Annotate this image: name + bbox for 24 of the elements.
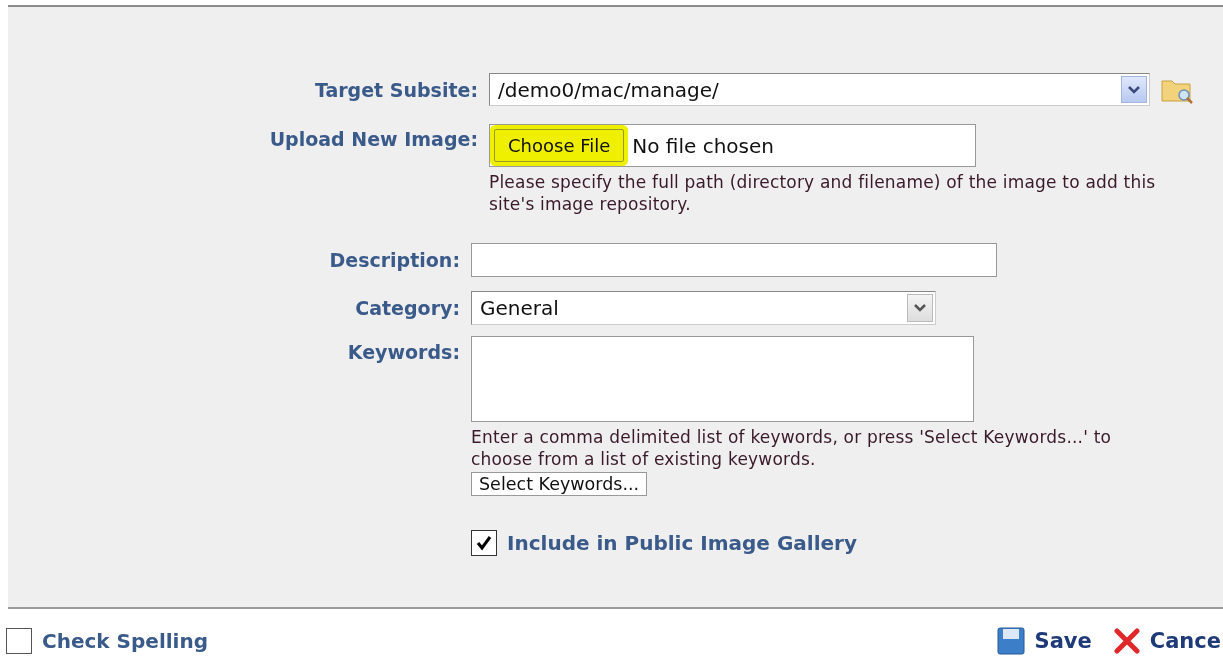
- field-label: Upload New Image:: [269, 127, 478, 150]
- help-text: Please specify the full path (directory and filename) of the image to add this site's image repository.: [489, 171, 1157, 215]
- keywords-textarea[interactable]: [471, 336, 974, 422]
- checkbox-label: Check Spelling: [42, 629, 208, 653]
- field-label: Keywords:: [347, 340, 460, 363]
- help-text: Enter a comma delimited list of keywords, or press 'Select Keywords...' to choose from a list of existing keywords.: [471, 426, 1113, 470]
- close-icon: [1113, 628, 1140, 654]
- check-icon: [475, 534, 493, 552]
- action-link[interactable]: Save: [996, 627, 1092, 655]
- chevron-down-icon: [913, 303, 927, 313]
- subsite-select[interactable]: /demo0/mac/manage/: [489, 73, 1150, 106]
- description-input[interactable]: [471, 243, 997, 277]
- select-keywords-button[interactable]: Select Keywords...: [471, 472, 648, 496]
- chevron-down-icon: [1127, 84, 1141, 95]
- checkbox-label: Include in Public Image Gallery: [507, 531, 857, 555]
- gallery-checkbox[interactable]: [471, 530, 497, 556]
- field-label: Category:: [355, 296, 460, 319]
- action-link[interactable]: Cance: [1113, 628, 1221, 654]
- field-label: Target Subsite:: [314, 78, 478, 101]
- file-status: No file chosen: [632, 133, 774, 158]
- category-select[interactable]: General: [471, 291, 936, 325]
- file-input-field[interactable]: Choose File No file chosen: [489, 124, 976, 167]
- field-label: Description:: [329, 248, 460, 271]
- spelling-checkbox[interactable]: [6, 628, 32, 654]
